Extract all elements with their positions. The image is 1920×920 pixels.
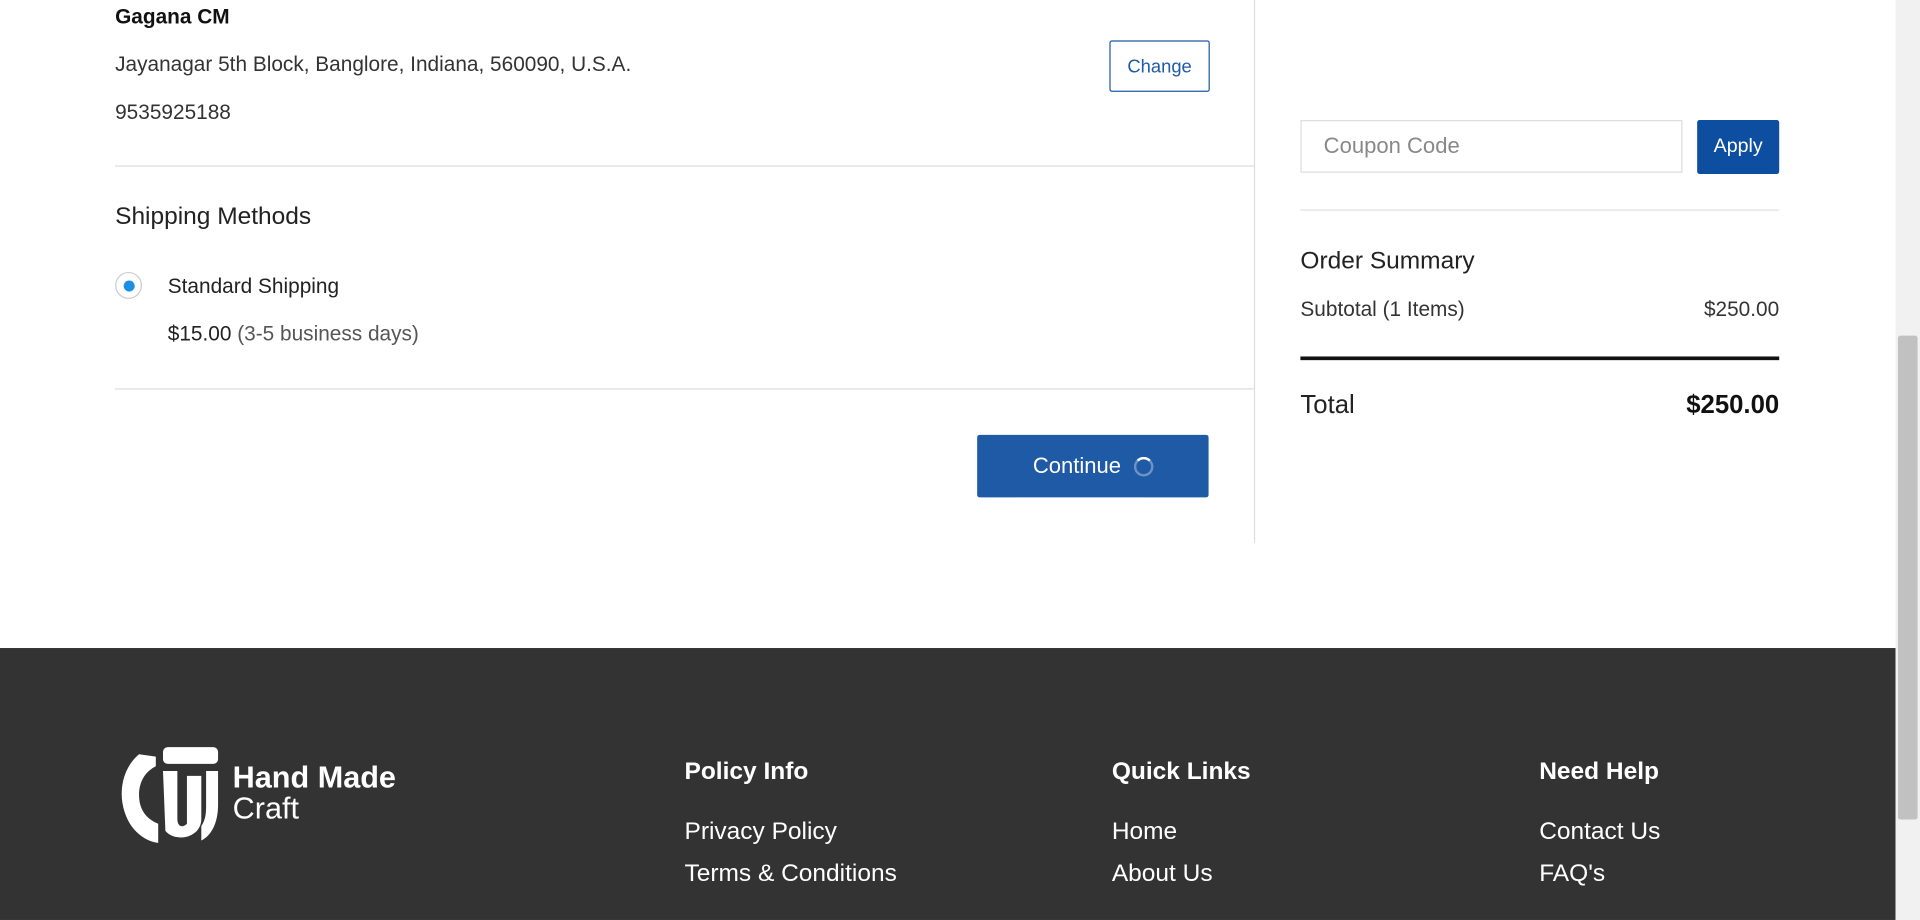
divider [115,388,1254,390]
footer-link-terms[interactable]: Terms & Conditions [684,860,896,888]
footer-heading: Policy Info [684,758,809,786]
address-phone: 9535925188 [115,100,231,124]
column-divider [1253,0,1256,543]
loading-spinner-icon [1133,456,1153,476]
change-address-button[interactable]: Change [1109,40,1210,92]
shipping-price: $15.00 [167,322,232,346]
shipping-methods-title: Shipping Methods [115,203,312,231]
footer-link-privacy-policy[interactable]: Privacy Policy [684,818,896,846]
continue-label: Continue [1032,453,1122,478]
footer-heading: Need Help [1539,758,1659,786]
divider [1300,209,1780,211]
subtotal-label: Subtotal (1 Items) [1300,297,1465,321]
footer-column-policy: Policy Info Privacy Policy Terms & Condi… [684,758,896,901]
radio-selected-dot [123,279,135,291]
footer-link-home[interactable]: Home [1112,818,1251,846]
footer-link-faqs[interactable]: FAQ's [1539,860,1660,888]
divider [115,165,1254,167]
continue-button[interactable]: Continue [977,434,1209,498]
footer-heading: Quick Links [1111,758,1251,786]
footer-column-quick-links: Quick Links Home About Us [1112,758,1251,901]
site-footer: Hand Made Craft Policy Info Privacy Poli… [0,648,1896,920]
total-value: $250.00 [1686,390,1780,419]
shipping-method-price: $15.00 (3-5 business days) [168,322,419,347]
coupon-code-input[interactable] [1300,120,1683,173]
standard-shipping-radio[interactable] [115,271,143,299]
scrollbar-thumb[interactable] [1897,335,1918,820]
page-scrollbar[interactable] [1895,0,1920,920]
hand-made-craft-logo-icon [121,747,219,843]
address-name: Gagana CM [115,4,230,29]
footer-column-need-help: Need Help Contact Us FAQ's [1539,758,1660,901]
summary-divider [1300,356,1780,361]
checkout-page: Gagana CM Jayanagar 5th Block, Banglore,… [0,0,1920,920]
total-label: Total [1300,390,1355,419]
order-summary-title: Order Summary [1300,247,1475,275]
footer-link-contact-us[interactable]: Contact Us [1539,818,1660,846]
shipping-method-name[interactable]: Standard Shipping [168,274,339,299]
subtotal-value: $250.00 [1703,297,1780,321]
logo-line-2: Craft [232,791,300,826]
footer-link-about-us[interactable]: About Us [1112,860,1251,888]
logo-line-1: Hand Made [232,760,396,796]
address-line: Jayanagar 5th Block, Banglore, Indiana, … [115,52,632,76]
brand-logo[interactable]: Hand Made Craft [115,740,396,848]
shipping-days: (3-5 business days) [231,322,419,346]
logo-text: Hand Made Craft [233,763,396,824]
apply-coupon-button[interactable]: Apply [1697,120,1780,174]
